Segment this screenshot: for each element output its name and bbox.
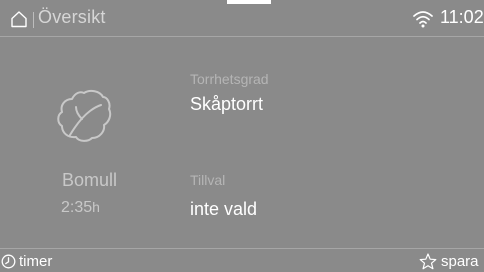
home-icon[interactable] xyxy=(10,10,28,28)
program-name[interactable]: Bomull xyxy=(62,170,117,191)
star-icon[interactable] xyxy=(419,253,437,270)
save-button[interactable]: spara xyxy=(441,253,479,270)
page-title: Översikt xyxy=(38,7,106,27)
leaf-icon[interactable] xyxy=(54,85,114,145)
dryness-value[interactable]: Skåptorrt xyxy=(190,94,263,115)
timer-icon[interactable] xyxy=(1,254,16,269)
header-bar: Översikt 11:02 xyxy=(0,0,484,37)
option-value[interactable]: inte vald xyxy=(190,199,257,220)
wifi-icon xyxy=(413,11,433,28)
program-duration: 2:35h xyxy=(61,199,100,217)
option-label: Tillval xyxy=(190,172,226,188)
program-duration-value: 2:35 xyxy=(61,199,93,216)
header-separator xyxy=(33,12,34,28)
dryness-label: Torrhetsgrad xyxy=(190,71,269,87)
clock: 11:02 xyxy=(440,7,484,27)
appliance-display: Översikt 11:02 Bomull 2:35h Torrhetsgrad… xyxy=(0,0,484,272)
program-duration-unit: h xyxy=(92,199,100,215)
timer-button[interactable]: timer xyxy=(19,253,52,270)
footer-bar: timer spara xyxy=(0,248,484,272)
page-indicator xyxy=(227,0,271,4)
